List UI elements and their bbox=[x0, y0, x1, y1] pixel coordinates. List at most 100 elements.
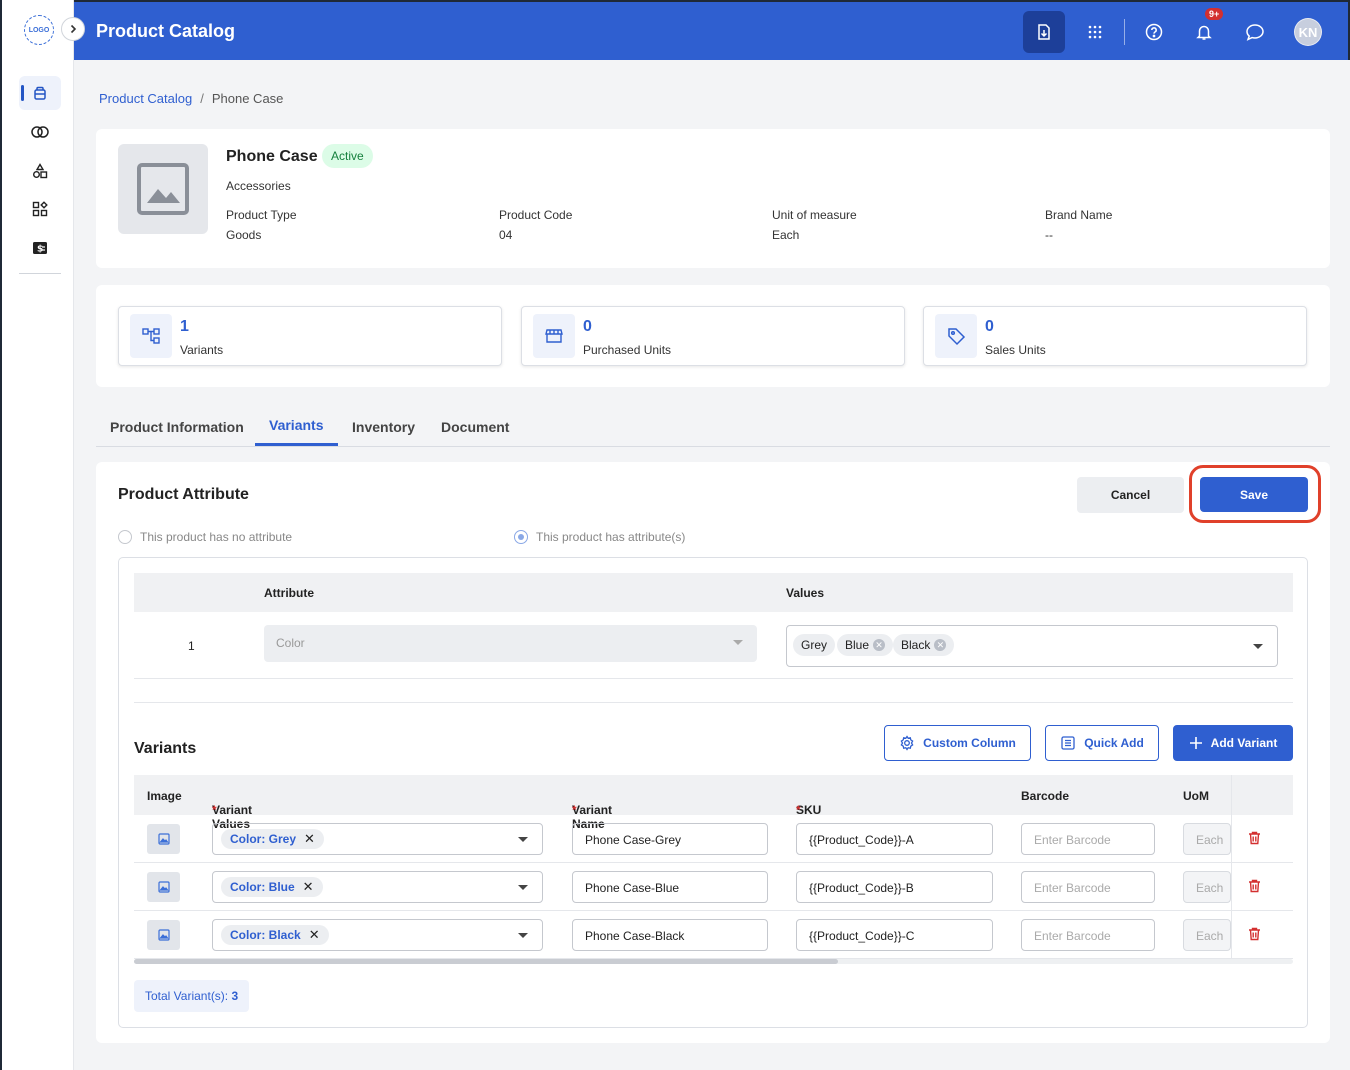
attribute-select-value: Color bbox=[276, 636, 305, 650]
variant-image-button[interactable] bbox=[147, 824, 180, 854]
field-product-type: Product Type Goods bbox=[226, 208, 297, 242]
variant-name-input[interactable]: Phone Case-Grey bbox=[572, 823, 768, 855]
header-attribute: Attribute bbox=[264, 586, 314, 600]
chip-label: Blue bbox=[845, 638, 870, 652]
barcode-input[interactable]: Enter Barcode bbox=[1021, 823, 1155, 855]
image-icon bbox=[157, 833, 170, 845]
section-divider bbox=[134, 702, 1293, 703]
chip-label: Color: Grey bbox=[230, 832, 297, 846]
remove-chip-icon[interactable]: ✕ bbox=[304, 831, 315, 847]
variant-values-select[interactable]: Color: Black ✕ bbox=[212, 919, 543, 951]
variants-panel: Product Attribute Cancel Save This produ… bbox=[96, 462, 1330, 1043]
help-button[interactable] bbox=[1133, 11, 1175, 53]
remove-chip-icon[interactable]: ✕ bbox=[303, 879, 314, 895]
sidebar-toggle-button[interactable] bbox=[61, 17, 85, 41]
variant-values-select[interactable]: Color: Blue ✕ bbox=[212, 871, 543, 903]
value-chip: Grey bbox=[793, 634, 836, 656]
image-icon bbox=[137, 163, 189, 215]
field-value: Each bbox=[772, 228, 800, 242]
stat-value: 1 bbox=[180, 318, 189, 335]
cancel-button[interactable]: Cancel bbox=[1077, 477, 1184, 513]
radio-no-attribute[interactable]: This product has no attribute bbox=[118, 530, 292, 544]
status-badge: Active bbox=[322, 144, 373, 168]
field-unit-of-measure: Unit of measure Each bbox=[772, 208, 857, 242]
radio-has-attribute[interactable]: This product has attribute(s) bbox=[514, 530, 685, 544]
tab-document[interactable]: Document bbox=[441, 419, 509, 435]
sku-input[interactable]: {{Product_Code}}-C bbox=[796, 919, 993, 951]
stat-variants[interactable]: 1 Variants bbox=[118, 306, 502, 366]
chevron-down-icon bbox=[518, 837, 528, 842]
barcode-input[interactable]: Enter Barcode bbox=[1021, 871, 1155, 903]
field-label: Unit of measure bbox=[772, 208, 857, 222]
list-icon bbox=[1061, 736, 1075, 750]
uom-input: Each bbox=[1183, 871, 1231, 903]
header-uom: UoM bbox=[1183, 789, 1209, 803]
attribute-select: Color bbox=[264, 625, 757, 662]
chip-label: Color: Black bbox=[230, 928, 301, 942]
quick-add-button[interactable]: Quick Add bbox=[1045, 725, 1159, 761]
sidebar-item-catalog[interactable] bbox=[19, 76, 61, 110]
download-button[interactable] bbox=[1023, 11, 1065, 53]
sidebar-item-widgets[interactable] bbox=[19, 192, 61, 226]
sidebar-item-rings[interactable] bbox=[19, 115, 61, 149]
field-product-code: Product Code 04 bbox=[499, 208, 572, 242]
rings-icon bbox=[31, 126, 49, 138]
section-title: Product Attribute bbox=[118, 486, 249, 503]
logo: LOGO bbox=[24, 15, 54, 45]
values-multiselect[interactable]: Grey Blue ✕ Black ✕ bbox=[786, 625, 1278, 667]
breadcrumb-parent-link[interactable]: Product Catalog bbox=[99, 91, 192, 106]
sku-input[interactable]: {{Product_Code}}-A bbox=[796, 823, 993, 855]
chevron-down-icon bbox=[518, 933, 528, 938]
sidebar-item-billing[interactable]: $ bbox=[19, 231, 61, 265]
topbar-separator bbox=[1124, 19, 1125, 45]
chip-label: Color: Blue bbox=[230, 880, 295, 894]
stat-value: 0 bbox=[985, 318, 994, 335]
remove-chip-icon[interactable]: ✕ bbox=[309, 927, 320, 943]
tab-inventory[interactable]: Inventory bbox=[352, 419, 415, 435]
button-label: Custom Column bbox=[923, 736, 1016, 750]
sidebar-item-shapes[interactable] bbox=[19, 154, 61, 188]
variant-value-chip: Color: Grey ✕ bbox=[221, 829, 324, 849]
attribute-container: Attribute Values 1 Color Grey Blue ✕ Bla… bbox=[118, 557, 1308, 1028]
barcode-input[interactable]: Enter Barcode bbox=[1021, 919, 1155, 951]
stat-sales-units[interactable]: 0 Sales Units bbox=[923, 306, 1307, 366]
custom-column-button[interactable]: Custom Column bbox=[884, 725, 1031, 761]
add-variant-button[interactable]: Add Variant bbox=[1173, 725, 1293, 761]
variants-title: Variants bbox=[134, 740, 197, 757]
field-value: Goods bbox=[226, 228, 262, 242]
stat-purchased-units[interactable]: 0 Purchased Units bbox=[521, 306, 905, 366]
notifications-button[interactable]: 9+ bbox=[1183, 8, 1225, 53]
field-value: 04 bbox=[499, 228, 513, 242]
field-brand-name: Brand Name -- bbox=[1045, 208, 1112, 242]
chevron-down-icon[interactable] bbox=[1253, 644, 1263, 649]
header-image: Image bbox=[147, 789, 182, 803]
chat-icon bbox=[1246, 24, 1264, 41]
value-chip: Blue ✕ bbox=[837, 634, 894, 656]
file-download-icon bbox=[1038, 24, 1050, 40]
tab-variants[interactable]: Variants bbox=[269, 417, 323, 433]
help-icon bbox=[1145, 23, 1163, 41]
field-label: Brand Name bbox=[1045, 208, 1113, 222]
horizontal-scrollbar[interactable] bbox=[134, 959, 838, 964]
tab-product-information[interactable]: Product Information bbox=[110, 419, 244, 435]
apps-button[interactable] bbox=[1074, 11, 1116, 53]
variant-image-button[interactable] bbox=[147, 920, 180, 950]
total-count: 3 bbox=[231, 989, 239, 1003]
variant-name-input[interactable]: Phone Case-Blue bbox=[572, 871, 768, 903]
save-button[interactable]: Save bbox=[1200, 477, 1308, 512]
uom-input: Each bbox=[1183, 919, 1231, 951]
sku-input[interactable]: {{Product_Code}}-B bbox=[796, 871, 993, 903]
radio-label: This product has attribute(s) bbox=[536, 530, 686, 544]
chevron-right-icon bbox=[70, 24, 77, 34]
user-avatar[interactable]: KN bbox=[1294, 18, 1322, 46]
variant-values-select[interactable]: Color: Grey ✕ bbox=[212, 823, 543, 855]
table-row: Color: Grey ✕ Phone Case-Grey {{Product_… bbox=[134, 815, 1293, 863]
chat-button[interactable] bbox=[1234, 11, 1276, 53]
sticky-action-column bbox=[1231, 775, 1293, 964]
variant-image-button[interactable] bbox=[147, 872, 180, 902]
product-image-placeholder[interactable] bbox=[118, 144, 208, 234]
variant-name-input[interactable]: Phone Case-Black bbox=[572, 919, 768, 951]
remove-chip-icon[interactable]: ✕ bbox=[934, 639, 947, 651]
remove-chip-icon[interactable]: ✕ bbox=[873, 639, 886, 651]
catalog-icon bbox=[34, 86, 46, 100]
